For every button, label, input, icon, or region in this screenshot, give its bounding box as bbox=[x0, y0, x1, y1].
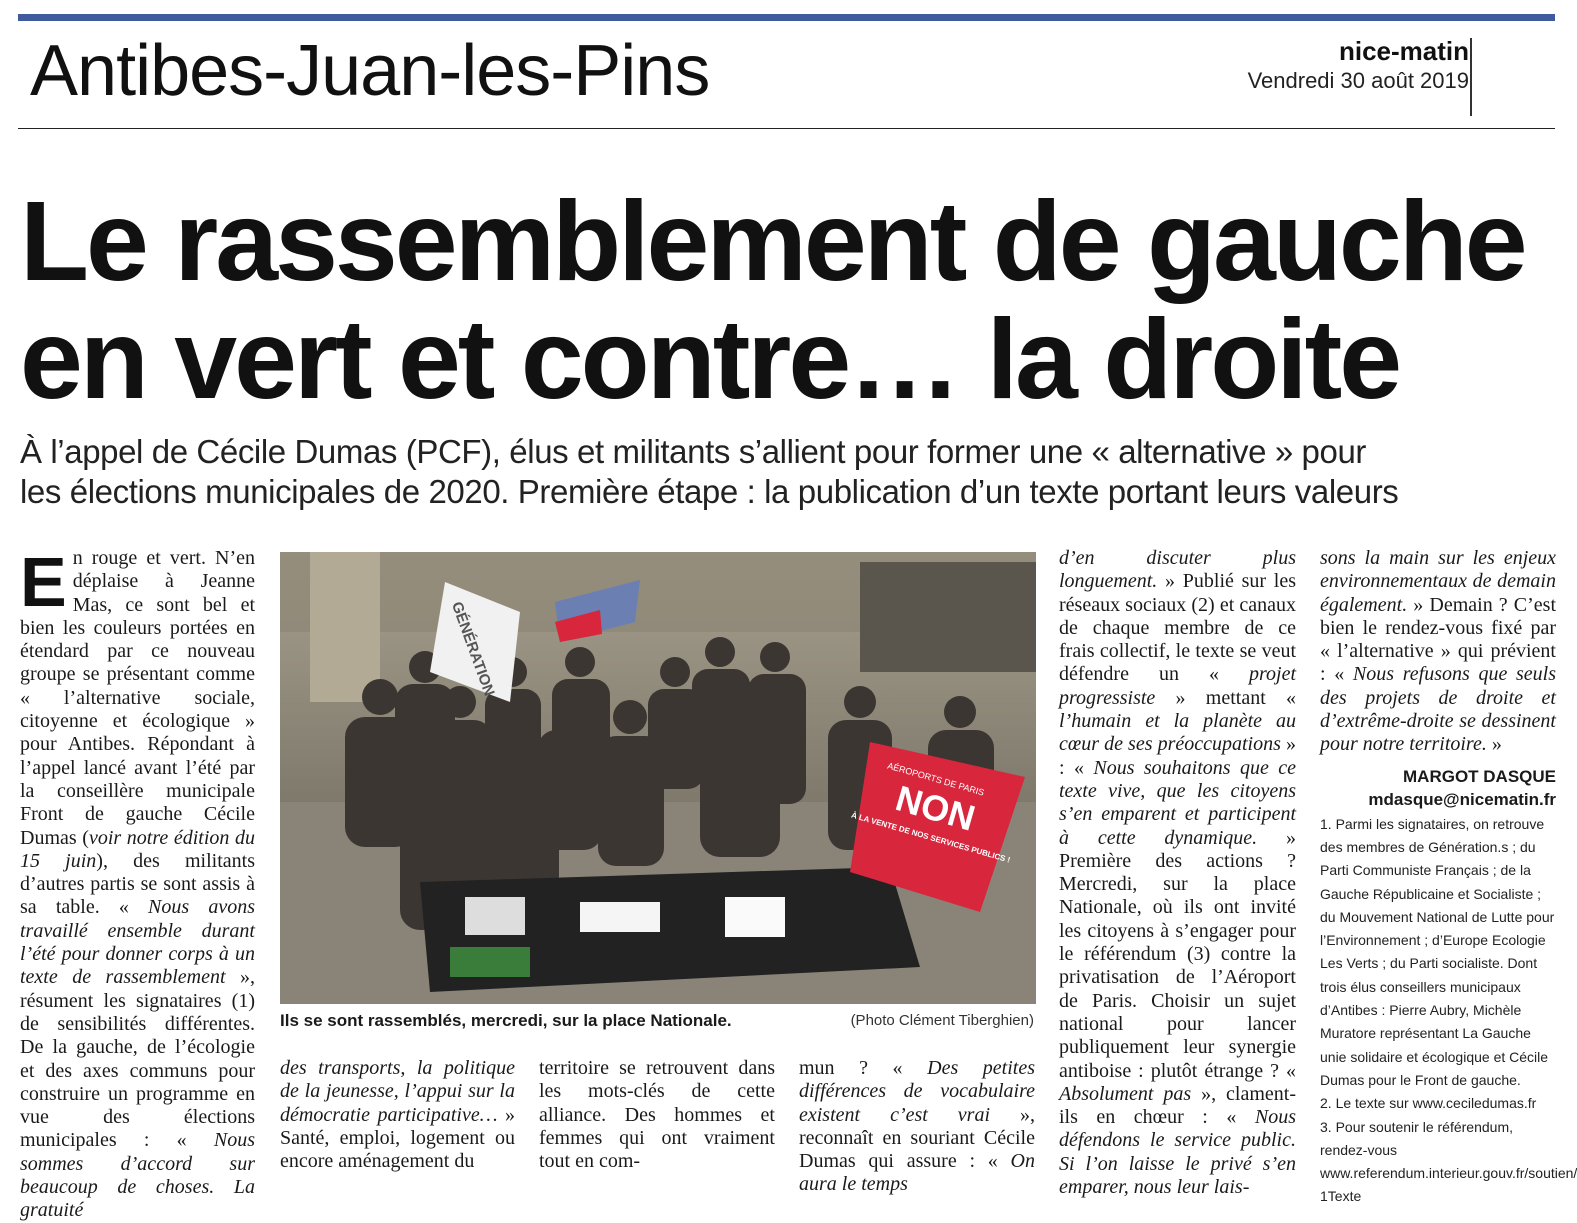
standfirst-line-2: les élections municipales de 2020. Premi… bbox=[20, 473, 1399, 510]
author-name: MARGOT DASQUE bbox=[1403, 766, 1556, 786]
article-column-5: d’en discuter plus longuement. » Publié … bbox=[1059, 547, 1297, 1199]
brand-name: nice-matin bbox=[1338, 36, 1469, 66]
masthead: nice-matin Vendredi 30 août 2019 bbox=[1248, 36, 1469, 96]
author-email[interactable]: mdasque@nicematin.fr bbox=[1320, 788, 1556, 811]
photo-caption: Ils se sont rassemblés, mercredi, sur la… bbox=[280, 1011, 732, 1030]
top-accent-bar bbox=[18, 14, 1555, 21]
footnotes: 1. Parmi les signataires, on retrouve de… bbox=[1320, 813, 1577, 1209]
article-column-1: En rouge et vert. N’en déplaise à Jeanne… bbox=[20, 547, 255, 1223]
edition-date: Vendredi 30 août 2019 bbox=[1247, 68, 1469, 93]
footnote-1: 1. Parmi les signataires, on retrouve de… bbox=[1320, 815, 1555, 1088]
article-column-2: des transports, la politique de la jeune… bbox=[280, 1057, 516, 1173]
article-column-3: territoire se retrouvent dans les mots-c… bbox=[539, 1057, 775, 1173]
section-title: Antibes-Juan-les-Pins bbox=[30, 31, 710, 111]
masthead-divider bbox=[1470, 38, 1472, 116]
photo-illustration: GÉNÉRATION AÉROPORTS DE PARIS NON À LA V… bbox=[280, 552, 1036, 1004]
article-photo: GÉNÉRATION AÉROPORTS DE PARIS NON À LA V… bbox=[280, 552, 1036, 1004]
photo-credit: (Photo Clément Tiberghien) bbox=[850, 1012, 1034, 1029]
article-column-4: mun ? « Des petites différences de vocab… bbox=[799, 1057, 1035, 1196]
footnote-2: 2. Le texte sur www.ceciledumas.fr bbox=[1320, 1095, 1537, 1112]
standfirst-line-1: À l’appel de Cécile Dumas (PCF), élus et… bbox=[20, 433, 1366, 470]
headline-line-2: en vert et contre… la droite bbox=[20, 296, 1402, 422]
header-rule bbox=[18, 128, 1555, 129]
standfirst: À l’appel de Cécile Dumas (PCF), élus et… bbox=[20, 432, 1565, 512]
photo-caption-row: Ils se sont rassemblés, mercredi, sur la… bbox=[280, 1008, 1036, 1034]
article-column-6: sons la main sur les enjeux environnemen… bbox=[1320, 547, 1577, 1209]
headline: Le rassemblement de gauche en vert et co… bbox=[20, 182, 1565, 418]
dropcap: E bbox=[20, 543, 67, 621]
headline-line-1: Le rassemblement de gauche bbox=[20, 178, 1528, 304]
column-1-paragraph: En rouge et vert. N’en déplaise à Jeanne… bbox=[20, 543, 255, 1222]
